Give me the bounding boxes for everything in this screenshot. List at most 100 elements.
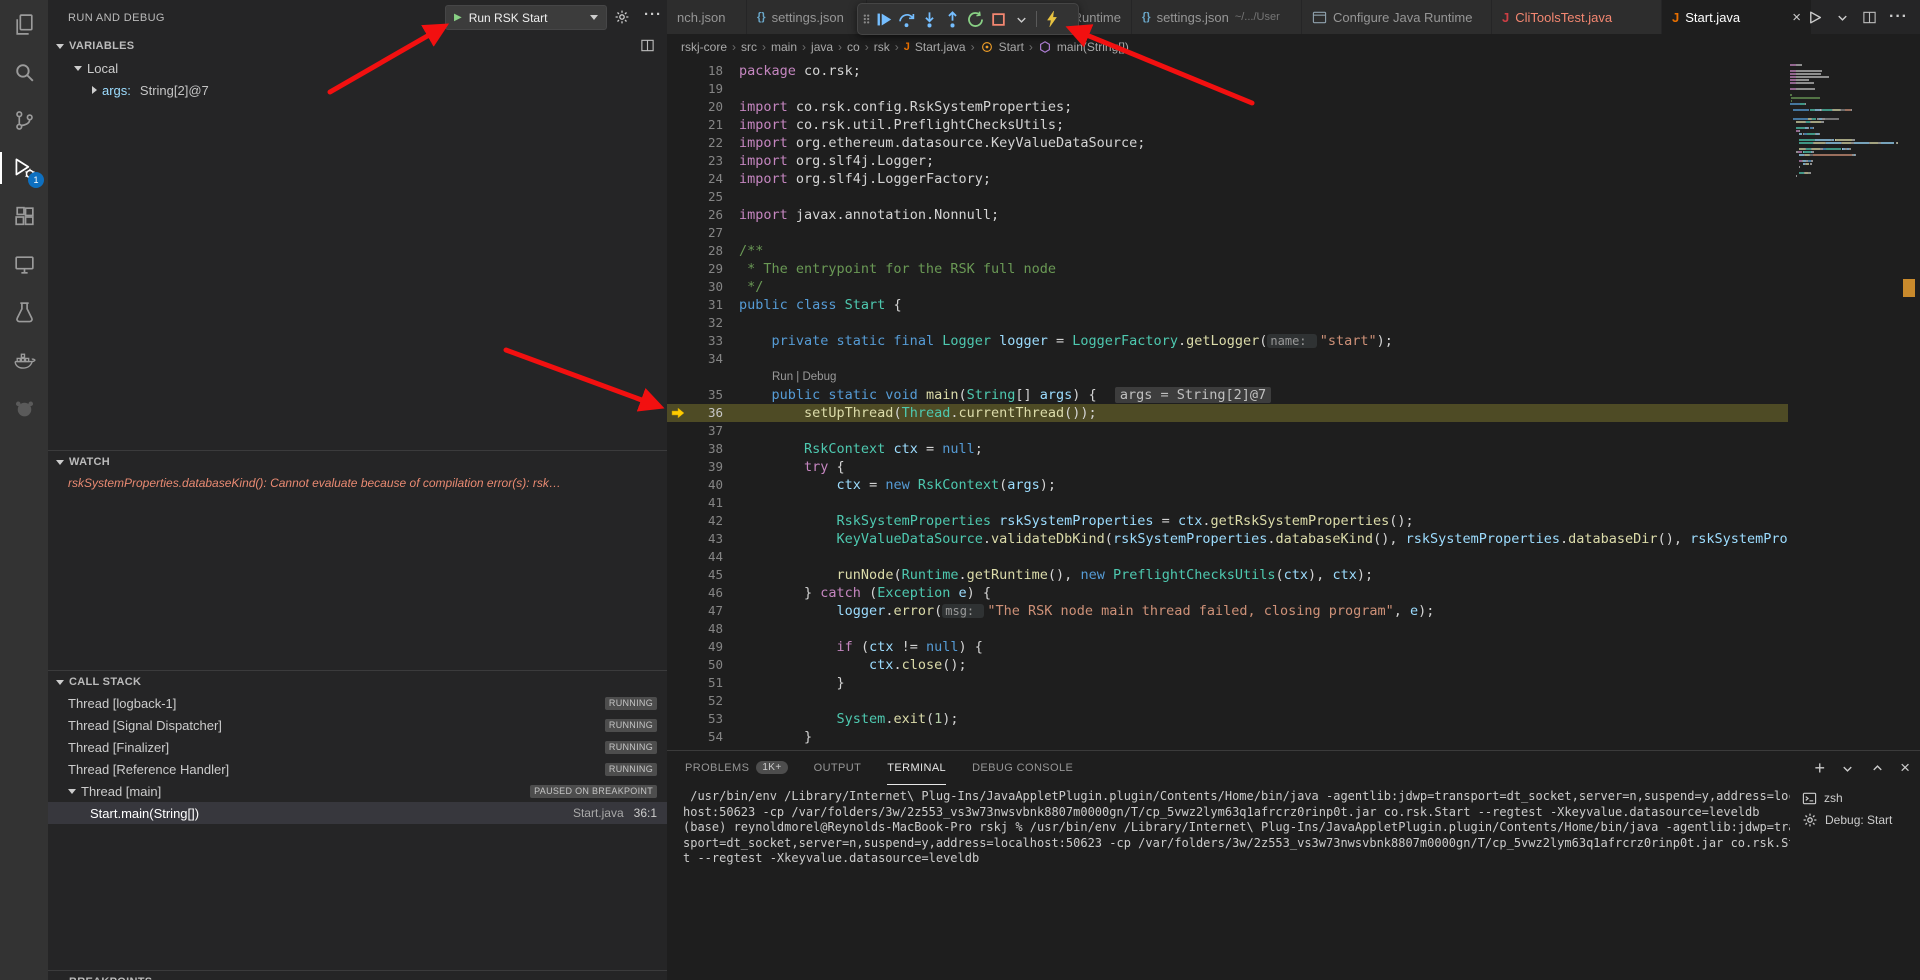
tab-settings-json[interactable]: {}settings.json (747, 0, 867, 34)
breakpoint-gutter[interactable] (667, 602, 689, 620)
breakpoint-gutter[interactable] (667, 152, 689, 170)
tab-nch-json[interactable]: nch.json (667, 0, 747, 34)
variables-scope-local[interactable]: Local (48, 57, 667, 79)
breakpoint-gutter[interactable] (667, 458, 689, 476)
breakpoint-gutter[interactable] (667, 314, 689, 332)
tab-settings-json[interactable]: {}settings.json~/.../User (1132, 0, 1302, 34)
breakpoint-gutter[interactable] (667, 692, 689, 710)
step-into-button[interactable] (918, 6, 940, 32)
gear-icon[interactable] (614, 9, 630, 30)
drag-handle-icon[interactable] (862, 10, 871, 28)
breakpoint-gutter[interactable] (667, 530, 689, 548)
step-over-button[interactable] (895, 6, 917, 32)
breakpoint-gutter[interactable] (667, 440, 689, 458)
terminal-list-item[interactable]: Debug: Start (1794, 809, 1920, 831)
breakpoint-gutter[interactable] (667, 278, 689, 296)
thread-row[interactable]: Thread [Signal Dispatcher]RUNNING (48, 714, 667, 736)
maximize-panel-button[interactable] (1870, 761, 1885, 776)
breakpoint-gutter[interactable] (667, 638, 689, 656)
overview-marker[interactable] (1903, 279, 1915, 297)
breakpoint-gutter[interactable] (667, 332, 689, 350)
close-panel-icon[interactable]: × (1900, 758, 1910, 778)
panel-tab-terminal[interactable]: TERMINAL (887, 751, 946, 785)
activity-bar-run-and-debug[interactable]: 1 (0, 144, 48, 192)
breakpoint-gutter[interactable] (667, 620, 689, 638)
launch-config-dropdown[interactable]: ▶ Run RSK Start (445, 5, 607, 30)
breakpoint-gutter[interactable] (667, 242, 689, 260)
breakpoint-gutter[interactable] (667, 296, 689, 314)
watch-section-header[interactable]: WATCH (48, 450, 667, 473)
breadcrumb-item[interactable]: Start.java (915, 40, 966, 54)
terminal-output[interactable]: /usr/bin/env /Library/Internet\ Plug-Ins… (683, 789, 1790, 976)
run-file-button[interactable] (1806, 9, 1823, 26)
activity-bar-source-control[interactable] (0, 96, 48, 144)
overview-ruler[interactable] (1898, 60, 1920, 750)
breakpoint-gutter[interactable] (667, 584, 689, 602)
terminal-list-item[interactable]: zsh (1794, 787, 1920, 809)
panel-tab-debug-console[interactable]: DEBUG CONSOLE (972, 751, 1073, 785)
minimap[interactable] (1788, 60, 1898, 750)
thread-row[interactable]: Thread [main]PAUSED ON BREAKPOINT (48, 780, 667, 802)
thread-row[interactable]: Thread [Finalizer]RUNNING (48, 736, 667, 758)
stop-button[interactable] (987, 6, 1009, 32)
step-out-button[interactable] (941, 6, 963, 32)
breakpoint-gutter[interactable] (667, 422, 689, 440)
variables-section-header[interactable]: VARIABLES (48, 35, 667, 57)
hot-code-replace-button[interactable] (1041, 6, 1063, 32)
more-actions-icon[interactable]: ··· (644, 6, 662, 23)
breadcrumb-item[interactable]: rsk (874, 40, 890, 54)
breakpoint-gutter[interactable] (667, 476, 689, 494)
code-editor[interactable]: 18package co.rsk;1920import co.rsk.confi… (667, 60, 1920, 750)
panel-tab-output[interactable]: OUTPUT (814, 751, 862, 785)
activity-bar-extensions[interactable] (0, 192, 48, 240)
breakpoint-gutter[interactable] (667, 62, 689, 80)
breakpoint-gutter[interactable] (667, 548, 689, 566)
split-panel-icon[interactable] (640, 38, 655, 56)
tab-clitoolstest-java[interactable]: JCliToolsTest.java (1492, 0, 1662, 34)
breadcrumb-item[interactable]: main(String[]) (1057, 40, 1129, 54)
breakpoint-gutter[interactable] (667, 404, 689, 422)
breakpoint-gutter[interactable] (667, 134, 689, 152)
breadcrumb-item[interactable]: rskj-core (681, 40, 727, 54)
activity-bar-search[interactable] (0, 48, 48, 96)
more-actions-icon[interactable]: ··· (1889, 8, 1908, 26)
breakpoint-gutter[interactable] (667, 494, 689, 512)
breakpoint-gutter[interactable] (667, 674, 689, 692)
watch-expression[interactable]: rskSystemProperties.databaseKind(): Cann… (48, 472, 667, 494)
split-editor-icon[interactable] (1862, 10, 1877, 25)
breakpoint-gutter[interactable] (667, 116, 689, 134)
breadcrumb-item[interactable]: src (741, 40, 757, 54)
run-dropdown-chevron-icon[interactable] (1835, 10, 1850, 25)
breakpoint-gutter[interactable] (667, 710, 689, 728)
breakpoint-gutter[interactable] (667, 368, 689, 386)
terminal-dropdown[interactable] (1840, 761, 1855, 776)
thread-row[interactable]: Thread [logback-1]RUNNING (48, 692, 667, 714)
tab-configure-java-runtime[interactable]: Configure Java Runtime (1302, 0, 1492, 34)
breakpoint-gutter[interactable] (667, 656, 689, 674)
activity-bar-misc-extension[interactable] (0, 384, 48, 432)
breakpoint-gutter[interactable] (667, 80, 689, 98)
codelens-run-debug[interactable]: Run | Debug (739, 368, 1920, 386)
tab-start-java[interactable]: JStart.java× (1662, 0, 1812, 34)
breakpoint-gutter[interactable] (667, 386, 689, 404)
thread-row[interactable]: Thread [Reference Handler]RUNNING (48, 758, 667, 780)
breadcrumb-item[interactable]: main (771, 40, 797, 54)
start-debugging-icon[interactable]: ▶ (454, 12, 462, 23)
activity-bar-docker[interactable] (0, 336, 48, 384)
breakpoint-gutter[interactable] (667, 260, 689, 278)
restart-button[interactable] (964, 6, 986, 32)
breakpoint-gutter[interactable] (667, 206, 689, 224)
stack-frame-row[interactable]: Start.main(String[])Start.java36:1 (48, 802, 667, 824)
breakpoint-gutter[interactable] (667, 98, 689, 116)
breakpoint-gutter[interactable] (667, 170, 689, 188)
breakpoint-gutter[interactable] (667, 512, 689, 530)
variable-args[interactable]: args: String[2]@7 (48, 79, 667, 101)
breadcrumb-item[interactable]: java (811, 40, 833, 54)
breakpoints-section-header[interactable]: BREAKPOINTS (48, 970, 667, 980)
breakpoint-gutter[interactable] (667, 350, 689, 368)
activity-bar-explorer[interactable] (0, 0, 48, 48)
breadcrumb-item[interactable]: Start (999, 40, 1024, 54)
breakpoint-gutter[interactable] (667, 188, 689, 206)
activity-bar-testing[interactable] (0, 288, 48, 336)
panel-tab-problems[interactable]: PROBLEMS1K+ (685, 751, 788, 785)
